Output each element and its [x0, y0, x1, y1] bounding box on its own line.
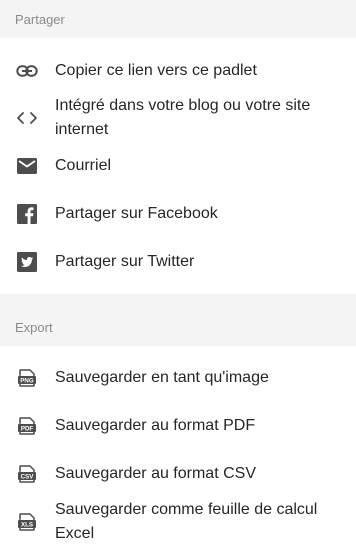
xls-badge: XLS — [21, 521, 33, 528]
share-section-header: Partager — [0, 0, 356, 38]
email-item[interactable]: Courriel — [0, 147, 356, 185]
twitter-share-item[interactable]: Partager sur Twitter — [0, 243, 356, 281]
copy-link-label: Copier ce lien vers ce padlet — [55, 62, 257, 79]
png-file-icon: PNG — [15, 366, 39, 390]
csv-badge: CSV — [21, 473, 35, 480]
email-icon — [15, 154, 39, 178]
pdf-badge: PDF — [21, 425, 34, 432]
export-section-title: Export — [15, 319, 53, 335]
export-pdf-item[interactable]: PDF Sauvegarder au format PDF — [0, 407, 356, 445]
export-csv-label: Sauvegarder au format CSV — [55, 465, 256, 482]
email-label: Courriel — [55, 157, 112, 174]
embed-label: Intégré dans votre blog ou votre site in… — [55, 97, 311, 138]
export-xls-label: Sauvegarder comme feuille de calcul Exce… — [55, 501, 318, 542]
png-badge: PNG — [20, 377, 34, 384]
export-pdf-label: Sauvegarder au format PDF — [55, 417, 256, 434]
export-xls-item[interactable]: XLS Sauvegarder comme feuille de calcul … — [0, 498, 356, 546]
facebook-share-item[interactable]: Partager sur Facebook — [0, 195, 356, 233]
facebook-icon — [15, 202, 39, 226]
export-png-item[interactable]: PNG Sauvegarder en tant qu'image — [0, 359, 356, 397]
csv-file-icon: CSV — [15, 462, 39, 486]
copy-link-item[interactable]: Copier ce lien vers ce padlet — [0, 52, 356, 90]
link-icon — [15, 59, 39, 83]
share-section-title: Partager — [15, 11, 65, 27]
twitter-icon — [15, 250, 39, 274]
export-csv-item[interactable]: CSV Sauvegarder au format CSV — [0, 455, 356, 493]
export-png-label: Sauvegarder en tant qu'image — [55, 369, 269, 386]
embed-code-icon — [15, 106, 39, 130]
embed-item[interactable]: Intégré dans votre blog ou votre site in… — [0, 94, 356, 142]
export-section-header: Export — [0, 294, 356, 346]
pdf-file-icon: PDF — [15, 414, 39, 438]
twitter-share-label: Partager sur Twitter — [55, 253, 195, 270]
facebook-share-label: Partager sur Facebook — [55, 205, 218, 222]
xls-file-icon: XLS — [15, 510, 39, 534]
